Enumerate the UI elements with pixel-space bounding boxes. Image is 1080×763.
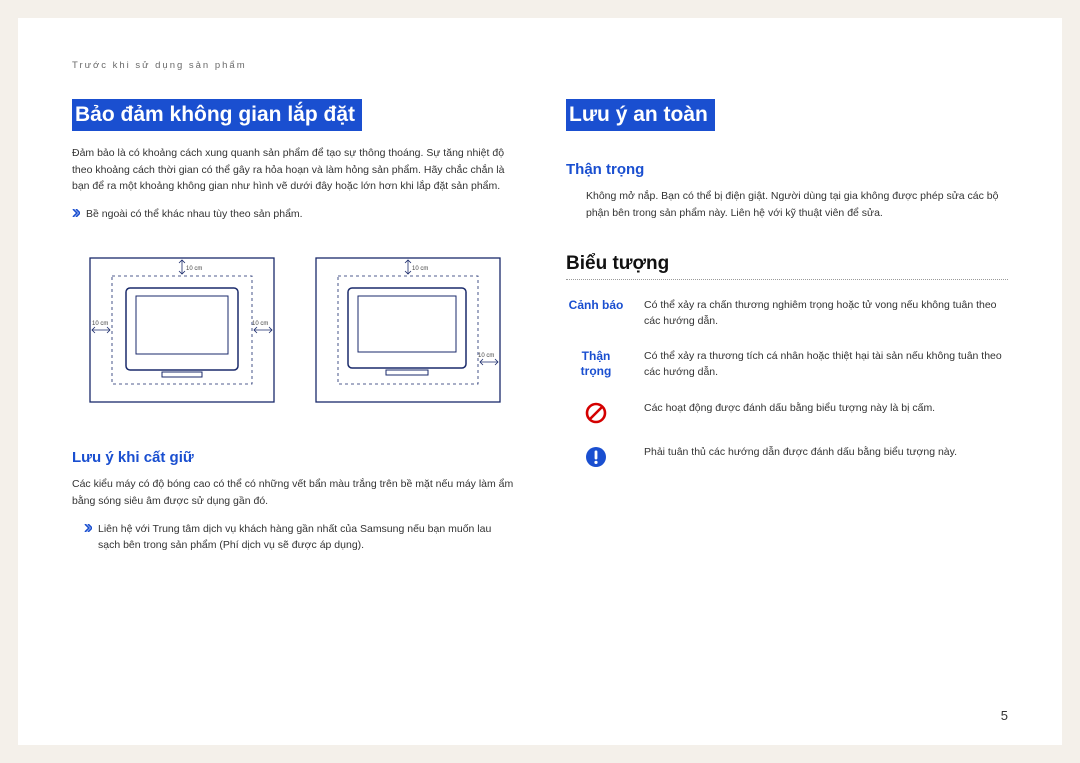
right-column: Lưu ý an toàn Thận trọng Không mở nắp. B…: [566, 99, 1008, 563]
storage-text: Các kiểu máy có độ bóng cao có thể có nh…: [72, 476, 514, 509]
dim-top: 10 cm: [186, 266, 202, 272]
prohibit-icon: [566, 401, 626, 425]
install-intro-text: Đảm bảo là có khoảng cách xung quanh sản…: [72, 145, 514, 194]
symbol-text-caution: Có thể xảy ra thương tích cá nhân hoặc t…: [644, 349, 1008, 381]
heading-storage: Lưu ý khi cất giữ: [72, 449, 514, 466]
page-number: 5: [1001, 708, 1008, 723]
dotted-divider: [566, 279, 1008, 280]
dim-top2: 10 cm: [412, 266, 428, 272]
symbol-key-warning: Cảnh báo: [566, 298, 626, 313]
heading-safety: Lưu ý an toàn: [566, 99, 715, 131]
symbol-key-caution: Thận trọng: [566, 349, 626, 379]
heading-install-space: Bảo đảm không gian lắp đặt: [72, 99, 362, 131]
symbol-row-warning: Cảnh báo Có thể xảy ra chấn thương nghiê…: [566, 298, 1008, 330]
heading-symbols: Biểu tượng: [566, 253, 1008, 275]
symbol-text-prohibit: Các hoạt động được đánh dấu bằng biểu tư…: [644, 401, 935, 417]
left-column: Bảo đảm không gian lắp đặt Đảm bảo là có…: [72, 99, 514, 563]
storage-note-text: Liên hệ với Trung tâm dịch vụ khách hàng…: [98, 521, 514, 554]
dim-right: 10 cm: [252, 321, 268, 327]
dim-rear: 10 cm: [478, 353, 494, 359]
diagram-side-clearance: 10 cm 10 cm: [308, 250, 508, 415]
two-column-layout: Bảo đảm không gian lắp đặt Đảm bảo là có…: [72, 99, 1008, 563]
diagram-front-clearance: 10 cm 10 cm 10 cm: [82, 250, 282, 415]
caution-body: Không mở nắp. Bạn có thể bị điện giật. N…: [586, 188, 1008, 221]
symbol-row-caution: Thận trọng Có thể xảy ra thương tích cá …: [566, 349, 1008, 381]
mandatory-icon: [566, 445, 626, 469]
storage-note-row: Liên hệ với Trung tâm dịch vụ khách hàng…: [84, 521, 514, 554]
dim-left: 10 cm: [92, 321, 108, 327]
symbol-text-mandatory: Phải tuân thủ các hướng dẫn được đánh dấ…: [644, 445, 957, 461]
clearance-diagrams: 10 cm 10 cm 10 cm: [82, 250, 514, 415]
breadcrumb: Trước khi sử dụng sản phẩm: [72, 60, 1008, 71]
manual-page: Trước khi sử dụng sản phẩm Bảo đảm không…: [18, 18, 1062, 745]
chevron-right-icon: [84, 524, 92, 532]
symbol-text-warning: Có thể xảy ra chấn thương nghiêm trọng h…: [644, 298, 1008, 330]
chevron-right-icon: [72, 209, 80, 217]
heading-caution: Thận trọng: [566, 161, 1008, 178]
symbol-row-mandatory: Phải tuân thủ các hướng dẫn được đánh dấ…: [566, 445, 1008, 469]
note-row: Bề ngoài có thể khác nhau tùy theo sản p…: [72, 206, 514, 222]
symbol-row-prohibit: Các hoạt động được đánh dấu bằng biểu tư…: [566, 401, 1008, 425]
note-text: Bề ngoài có thể khác nhau tùy theo sản p…: [86, 206, 303, 222]
symbols-table: Cảnh báo Có thể xảy ra chấn thương nghiê…: [566, 298, 1008, 469]
